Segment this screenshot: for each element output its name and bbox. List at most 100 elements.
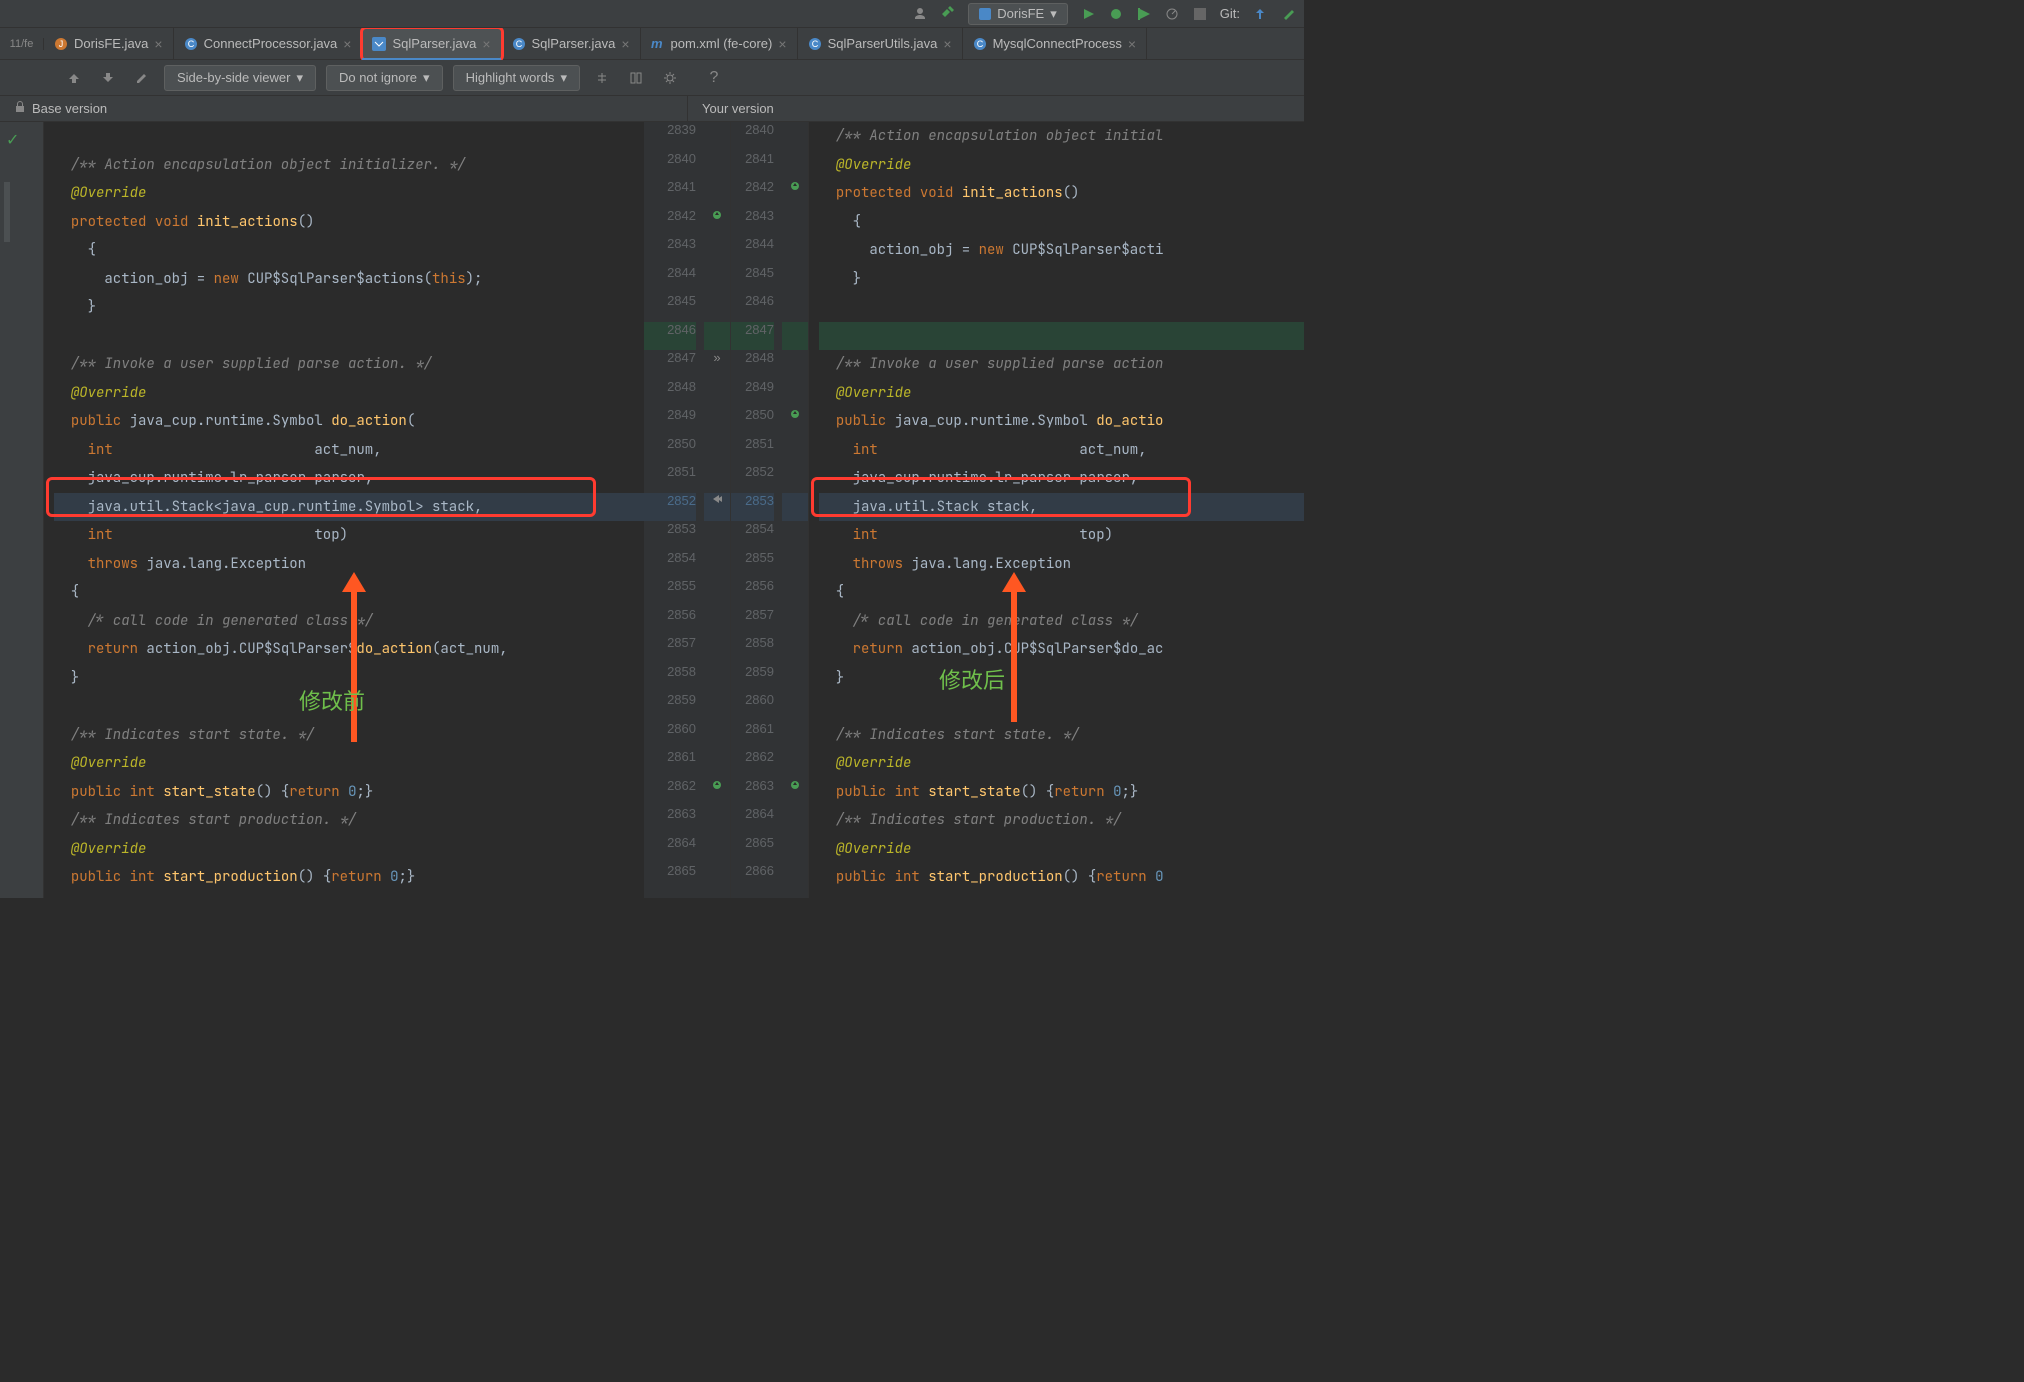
gutter-icon-cell: [704, 835, 730, 864]
line-number: 2854: [644, 550, 696, 579]
code-line: }: [54, 293, 644, 322]
hammer-icon[interactable]: [940, 6, 956, 22]
gutter-icon-cell: [782, 265, 808, 294]
run-config-dropdown[interactable]: DorisFE ▾: [968, 3, 1067, 25]
close-icon[interactable]: ×: [343, 36, 351, 52]
git-commit-icon[interactable]: [1280, 6, 1296, 22]
debug-icon[interactable]: [1108, 6, 1124, 22]
file-icon: C: [973, 37, 987, 51]
gutter-icon-cell: [704, 863, 730, 892]
collapse-icon[interactable]: [590, 66, 614, 90]
code-line: /* call code in generated class */: [54, 607, 644, 636]
run-config-label: DorisFE: [997, 6, 1044, 21]
close-icon[interactable]: ×: [621, 36, 629, 52]
line-number: 2844: [731, 236, 774, 265]
file-icon: m: [651, 37, 665, 51]
line-number: 2855: [731, 550, 774, 579]
code-line: @Override: [54, 179, 644, 208]
file-icon: C: [808, 37, 822, 51]
tab-sqlparserutils-java[interactable]: CSqlParserUtils.java×: [798, 28, 963, 60]
tab-pom-xml-fe-core-[interactable]: mpom.xml (fe-core)×: [641, 28, 798, 60]
code-line: }: [819, 265, 1304, 294]
base-version-label: Base version: [32, 101, 107, 116]
left-code-pane: /** Action encapsulation object initiali…: [44, 122, 644, 898]
coverage-icon[interactable]: [1136, 6, 1152, 22]
help-icon[interactable]: ?: [702, 66, 726, 90]
stop-icon[interactable]: [1192, 6, 1208, 22]
line-number: 2839: [644, 122, 696, 151]
svg-text:C: C: [811, 39, 818, 49]
chevron-down-icon: ▾: [423, 70, 430, 86]
gutter-icon-cell: [704, 721, 730, 750]
code-line: java.util.Stack<java_cup.runtime.Symbol>…: [54, 493, 644, 522]
line-number: 2865: [644, 863, 696, 892]
chevron-down-icon: ▾: [296, 70, 303, 86]
next-diff-icon[interactable]: [96, 66, 120, 90]
code-line: /** Indicates start state. */: [819, 721, 1304, 750]
line-number: 2846: [731, 293, 774, 322]
profile-icon[interactable]: [1164, 6, 1180, 22]
tab-label: ConnectProcessor.java: [204, 36, 338, 51]
right-code-pane: /** Action encapsulation object initial …: [808, 122, 1304, 898]
svg-text:C: C: [976, 39, 983, 49]
line-number: 2860: [731, 692, 774, 721]
gutter-icon-cell: [704, 322, 730, 351]
gutter-icon-cell: [782, 122, 808, 151]
line-number: 2843: [731, 208, 774, 237]
sync-scroll-icon[interactable]: [624, 66, 648, 90]
code-line: @Override: [54, 749, 644, 778]
tab-mysqlconnectprocess[interactable]: CMysqlConnectProcess×: [963, 28, 1148, 60]
code-line: public int start_state() {return 0;}: [54, 778, 644, 807]
code-line: @Override: [819, 749, 1304, 778]
gutter-icon-cell: [782, 179, 808, 208]
gutter-icon-cell: [704, 122, 730, 151]
close-icon[interactable]: ×: [943, 36, 951, 52]
tab-dorisfe-java[interactable]: JDorisFE.java×: [44, 28, 174, 60]
tab-connectprocessor-java[interactable]: C ConnectProcessor.java ×: [174, 28, 363, 60]
gutter-icon-cell: [704, 578, 730, 607]
tab-sqlparser-java[interactable]: CSqlParser.java×: [502, 28, 641, 60]
user-icon[interactable]: [912, 6, 928, 22]
gutter-icon-cell: [782, 236, 808, 265]
gutter-icon-cell: [782, 350, 808, 379]
right-code[interactable]: /** Action encapsulation object initial …: [809, 122, 1304, 898]
gutter-icon-cell: [704, 664, 730, 693]
gutter-icon-cell: [782, 664, 808, 693]
gutter-icon-cell: [782, 322, 808, 351]
ignore-mode-dropdown[interactable]: Do not ignore▾: [326, 65, 443, 91]
file-icon: C: [184, 37, 198, 51]
gutter-icon-cell: [704, 464, 730, 493]
line-number: 2865: [731, 835, 774, 864]
close-icon[interactable]: ×: [1128, 36, 1136, 52]
code-line: {: [54, 236, 644, 265]
line-number: 2856: [731, 578, 774, 607]
edit-icon[interactable]: [130, 66, 154, 90]
gear-icon[interactable]: [658, 66, 682, 90]
gutter-icon-cell: [782, 493, 808, 522]
prev-diff-icon[interactable]: [62, 66, 86, 90]
code-line: action_obj = new CUP$SqlParser$acti: [819, 236, 1304, 265]
line-number: 2842: [644, 208, 696, 237]
top-toolbar: DorisFE ▾ Git:: [0, 0, 1304, 28]
line-number: 2849: [644, 407, 696, 436]
gutter-icon-cell: [782, 436, 808, 465]
close-icon[interactable]: ×: [778, 36, 786, 52]
close-icon[interactable]: ×: [154, 36, 162, 52]
tab-sqlparser-java[interactable]: SqlParser.java×: [362, 28, 501, 60]
right-gutter-icons: [782, 122, 808, 898]
code-line: @Override: [54, 835, 644, 864]
git-update-icon[interactable]: [1252, 6, 1268, 22]
close-icon[interactable]: ×: [482, 36, 490, 52]
check-icon: ✓: [6, 130, 19, 150]
run-icon[interactable]: [1080, 6, 1096, 22]
viewer-mode-dropdown[interactable]: Side-by-side viewer▾: [164, 65, 316, 91]
line-number: 2864: [731, 806, 774, 835]
code-line: [819, 293, 1304, 322]
gutter-icon-cell: [782, 635, 808, 664]
left-code[interactable]: /** Action encapsulation object initiali…: [44, 122, 644, 898]
line-number: 2852: [644, 493, 696, 522]
line-number: 2840: [731, 122, 774, 151]
code-line: action_obj = new CUP$SqlParser$actions(t…: [54, 265, 644, 294]
line-number: 2866: [731, 863, 774, 892]
highlight-mode-dropdown[interactable]: Highlight words▾: [453, 65, 580, 91]
